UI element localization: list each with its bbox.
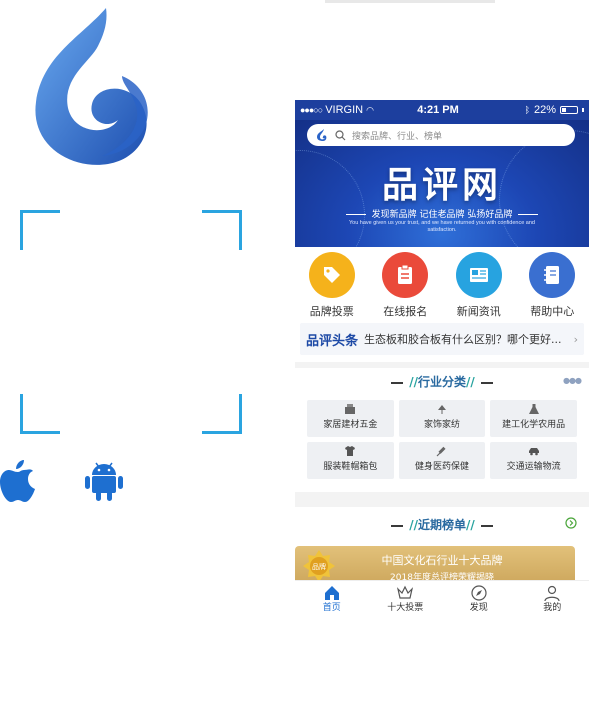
syringe-icon [436,446,446,457]
apple-icon[interactable] [0,458,36,502]
industry-title-text: 行业分类 [417,375,466,389]
category-label: 家居建材五金 [323,420,378,430]
compass-icon [471,585,487,601]
battery-icon [560,106,578,114]
headline-text: 生态板和胶合板有什么区别？哪个更好... [364,333,562,346]
tab-home[interactable]: 首页 [295,581,369,617]
industry-category-grid: 家居建材五金 家饰家纺 建工化学农用品 服装鞋帽箱包 健身医药保健 交通运输物流 [307,400,577,479]
quick-action-label: 帮助中心 [530,305,575,318]
signal-icon: ●●●○○ [300,105,323,115]
category-apparel[interactable]: 服装鞋帽箱包 [307,442,394,479]
quick-action-signup[interactable]: 在线报名 [369,247,443,319]
category-health[interactable]: 健身医药保健 [398,442,486,479]
rankings-title-text: 近期榜单 [417,518,466,532]
battery-percent: 22% [533,104,556,116]
app-logo [35,8,148,165]
bluetooth-icon: ᛒ [524,105,530,115]
qr-corner-top-left [20,210,60,250]
quick-actions: 品牌投票 在线报名 新闻资讯 帮助中心 [295,247,589,319]
carrier-label: VIRGIN [325,104,364,116]
hero-banner: 搜索品牌、行业、榜单 品评网 发现新品牌 记住老品牌 弘扬好品牌 You hav… [295,120,589,247]
crown-icon [397,585,414,599]
promo-title: 中国文化石行业十大品牌 [381,554,503,567]
chevron-right-circle-icon[interactable] [565,517,577,529]
qr-code-frame [20,210,242,434]
tab-label: 十大投票 [387,603,424,613]
headline-news[interactable]: 品评头条 生态板和胶合板有什么区别？哪个更好... › [300,323,584,355]
qr-corner-bottom-left [20,394,60,434]
tab-label: 我的 [543,603,562,613]
home-icon [324,586,339,600]
tab-label: 发现 [469,603,488,613]
quick-action-vote[interactable]: 品牌投票 [295,247,369,319]
user-icon [544,585,560,602]
status-time: 4:21 PM [417,104,459,116]
quick-action-help[interactable]: 帮助中心 [516,247,590,319]
category-label: 健身医药保健 [414,462,469,472]
chevron-right-icon: › [573,332,578,346]
category-chemical[interactable]: 建工化学农用品 [490,400,577,437]
banner-english-slogan: You have given us your trust, and we hav… [348,220,535,233]
search-placeholder: 搜索品牌、行业、榜单 [352,131,443,142]
search-input[interactable]: 搜索品牌、行业、榜单 [307,124,575,146]
newspaper-icon [455,252,502,298]
phone-screen: ●●●○○ VIRGIN ◠ 4:21 PM ᛒ 22% 搜索品牌、行业、榜单 … [295,100,589,617]
hardware-icon [345,404,356,414]
android-icon[interactable] [84,458,124,502]
tab-profile[interactable]: 我的 [516,581,590,617]
top-divider [325,0,495,3]
tab-top-ten-vote[interactable]: 十大投票 [369,581,443,617]
tag-icon [308,252,355,298]
qr-corner-bottom-right [202,394,242,434]
quick-action-news[interactable]: 新闻资讯 [442,247,516,319]
app-logo-small-icon [317,129,327,141]
search-icon [335,129,346,140]
category-label: 建工化学农用品 [502,420,566,430]
category-hardware[interactable]: 家居建材五金 [307,400,394,437]
tab-discover[interactable]: 发现 [442,581,516,617]
section-divider [295,492,589,507]
industry-section-title: //行业分类// [295,373,589,390]
category-home-textile[interactable]: 家饰家纺 [398,400,486,437]
pager-dots-icon: ●●● [563,376,582,385]
category-label: 服装鞋帽箱包 [323,462,378,472]
banner-subtitle: 发现新品牌 记住老品牌 弘扬好品牌 [295,207,589,220]
banner-title: 品评网 [381,165,502,206]
category-label: 家饰家纺 [423,420,460,430]
shirt-icon [345,446,356,456]
clipboard-icon [382,252,429,298]
flask-icon [528,404,539,414]
category-transport[interactable]: 交通运输物流 [490,442,577,479]
headline-tag: 品评头条 [306,333,359,349]
quick-action-label: 品牌投票 [309,305,354,318]
battery-tip [582,108,584,112]
status-bar: ●●●○○ VIRGIN ◠ 4:21 PM ᛒ 22% [295,100,589,120]
wifi-icon: ◠ [366,104,374,115]
qr-corner-top-right [202,210,242,250]
notebook-icon [529,252,576,298]
car-icon [528,448,539,456]
tab-label: 首页 [322,603,341,613]
section-divider [295,362,589,368]
category-label: 交通运输物流 [506,462,561,472]
quick-action-label: 新闻资讯 [456,305,501,318]
quick-action-label: 在线报名 [383,305,428,318]
lamp-icon [437,405,446,414]
rankings-section-title: //近期榜单// [295,516,589,533]
bottom-tab-bar: 首页 十大投票 发现 我的 [295,580,589,617]
